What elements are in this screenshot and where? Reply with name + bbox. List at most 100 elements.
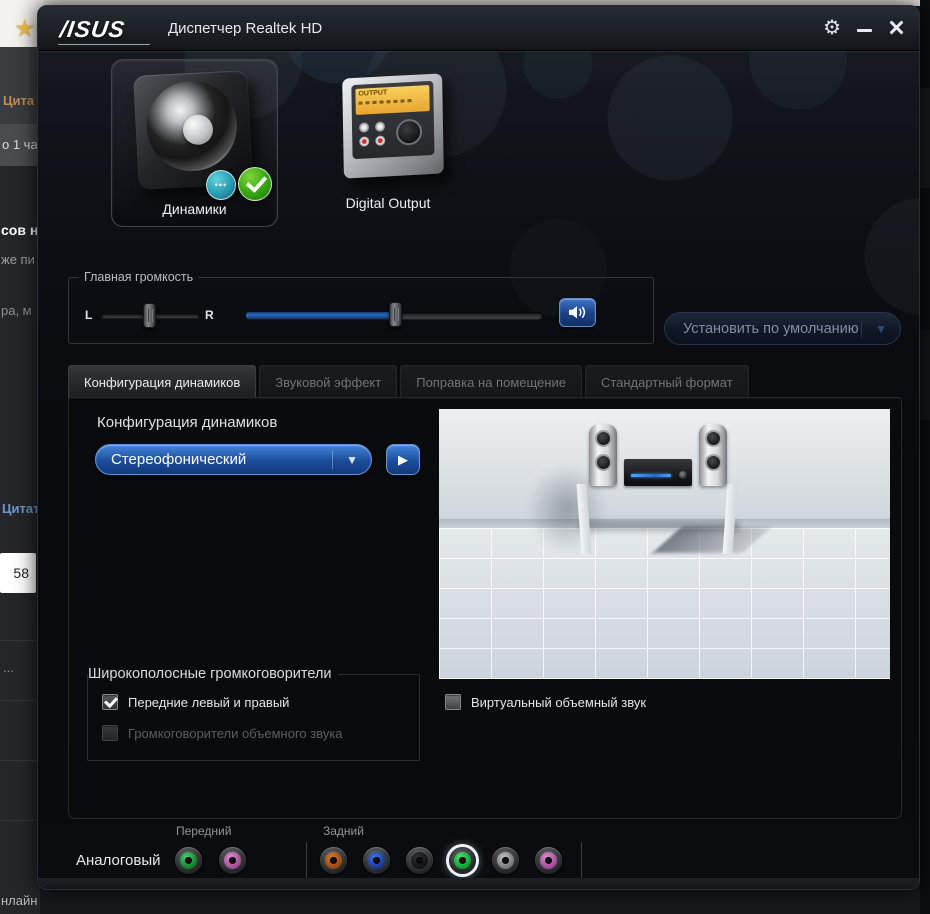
mute-button[interactable] [559, 298, 596, 327]
jack-ring [497, 852, 514, 869]
settings-gear-icon[interactable]: ⚙ [823, 16, 841, 40]
rear-jack-line-out[interactable] [449, 847, 476, 874]
left-speaker-tower [589, 424, 617, 486]
spdif-connector-icon [396, 118, 422, 145]
window-bottom-strip [38, 878, 919, 889]
bg-text-fragment: сов н [1, 222, 38, 238]
jack-hole [545, 857, 552, 864]
rear-jack-center-sub[interactable] [320, 847, 347, 874]
checkbox-row-front-pair: Передние левый и правый [102, 694, 419, 710]
front-jack-line-out[interactable] [175, 847, 202, 874]
bg-block [0, 166, 40, 914]
rca-jack-icon [375, 135, 385, 146]
speaker-driver [595, 454, 612, 471]
jack-ring [540, 852, 557, 869]
rca-jack-icon [375, 121, 385, 132]
volume-slider-fill [246, 312, 394, 319]
jack-ring [180, 852, 197, 869]
close-button[interactable] [888, 16, 905, 40]
speaker-driver [705, 430, 722, 447]
bg-block [920, 330, 930, 420]
bg-number-field[interactable]: 58 [0, 553, 36, 593]
jack-ring [411, 852, 428, 869]
jack-hole [459, 857, 466, 864]
jack-ring [454, 852, 471, 869]
jack-ring [325, 852, 342, 869]
device-tile-speakers[interactable]: ••• Динамики [111, 59, 278, 227]
bg-block [920, 88, 930, 188]
asus-logo: /ISUS [58, 16, 127, 43]
checkbox-surround-speakers [102, 725, 118, 741]
jack-divider [306, 842, 307, 880]
chevron-down-icon[interactable]: ▼ [862, 322, 900, 336]
device-label: Динамики [112, 201, 277, 217]
tab-room-correction[interactable]: Поправка на помещение [400, 365, 582, 398]
bg-text-fragment: ... [3, 660, 14, 675]
checkbox-label: Виртуальный объемный звук [471, 695, 646, 710]
bg-divider [0, 820, 40, 821]
rear-jack-mic-in[interactable] [535, 847, 562, 874]
bg-text-fragment: ра, м [1, 303, 32, 318]
jack-ring [224, 852, 241, 869]
bookmark-star-icon[interactable]: ★ [14, 14, 36, 43]
jack-hole [373, 857, 380, 864]
digital-screen-text: OUTPUT [358, 89, 387, 98]
speaker-driver [705, 454, 722, 471]
bg-right-edge [920, 0, 930, 914]
rear-jacks-label: Задний [323, 824, 364, 838]
digital-jacks-row [356, 117, 430, 149]
set-default-label: Установить по умолчанию [665, 321, 861, 337]
speaker-configuration-panel: Конфигурация динамиков Стереофонический … [68, 397, 902, 819]
jack-hole [185, 857, 192, 864]
receiver-display-line [631, 474, 671, 477]
rca-jack-icon [359, 136, 369, 147]
jack-ring [368, 852, 385, 869]
receiver-unit [624, 459, 692, 486]
balance-left-label: L [85, 308, 92, 322]
minimize-button[interactable] [857, 16, 872, 40]
rear-jack-rear-surround[interactable] [406, 847, 433, 874]
checkbox-front-pair[interactable] [102, 694, 118, 710]
set-default-button[interactable]: Установить по умолчанию ▼ [664, 312, 901, 345]
digital-output-screen: OUTPUT [355, 85, 429, 115]
chevron-down-icon[interactable]: ▼ [333, 453, 371, 467]
tab-sound-effect[interactable]: Звуковой эффект [259, 365, 397, 398]
bg-text-fragment: Цита [3, 93, 34, 108]
jack-hole [502, 857, 509, 864]
checkbox-label: Громкоговорители объемного звука [128, 726, 343, 741]
right-speaker-tower [699, 424, 727, 486]
device-tile-digital-output[interactable]: OUTPUT Digital Output [288, 59, 488, 227]
jack-divider [581, 842, 582, 880]
balance-slider-thumb[interactable] [143, 303, 156, 328]
volume-slider-thumb[interactable] [389, 302, 402, 327]
screen: ★ Цита о 1 час сов н же пи ра, м Цитат 5… [0, 0, 930, 914]
front-jack-mic[interactable] [219, 847, 246, 874]
speaker-volume-icon [568, 305, 588, 320]
titlebar[interactable]: /ISUS Диспетчер Realtek HD ⚙ [38, 6, 919, 51]
test-play-button[interactable]: ▶ [386, 444, 420, 475]
analog-label: Аналоговый [76, 852, 161, 869]
rear-jack-line-in[interactable] [363, 847, 390, 874]
configuration-heading: Конфигурация динамиков [97, 414, 277, 431]
bg-link-fragment[interactable]: Цитат [2, 501, 39, 516]
checkbox-row-virtual-surround: Виртуальный объемный звук [445, 694, 646, 710]
realtek-hd-manager-window: /ISUS Диспетчер Realtek HD ⚙ ••• Динамик… [37, 5, 920, 890]
balance-right-label: R [205, 308, 214, 322]
dropdown-selected-value: Стереофонический [96, 451, 332, 468]
asus-logo-underline [58, 44, 150, 45]
bg-divider [0, 760, 40, 761]
rca-jack-icon [359, 122, 369, 133]
fullrange-legend: Широкополосные громкоговорители [88, 666, 338, 682]
master-volume-group: Главная громкость L R [68, 270, 654, 344]
jack-hole [416, 857, 423, 864]
fullrange-speakers-group: Широкополосные громкоговорители Передние… [87, 666, 420, 761]
checkbox-virtual-surround[interactable] [445, 694, 461, 710]
speaker-configuration-dropdown[interactable]: Стереофонический ▼ [95, 444, 372, 475]
tab-strip: Конфигурация динамиков Звуковой эффект П… [68, 365, 749, 398]
rear-jack-side-surround[interactable] [492, 847, 519, 874]
digital-output-panel: OUTPUT [351, 81, 434, 159]
jack-hole [330, 857, 337, 864]
tab-speaker-configuration[interactable]: Конфигурация динамиков [68, 365, 256, 398]
tab-default-format[interactable]: Стандартный формат [585, 365, 749, 398]
speaker-cap [182, 114, 214, 146]
